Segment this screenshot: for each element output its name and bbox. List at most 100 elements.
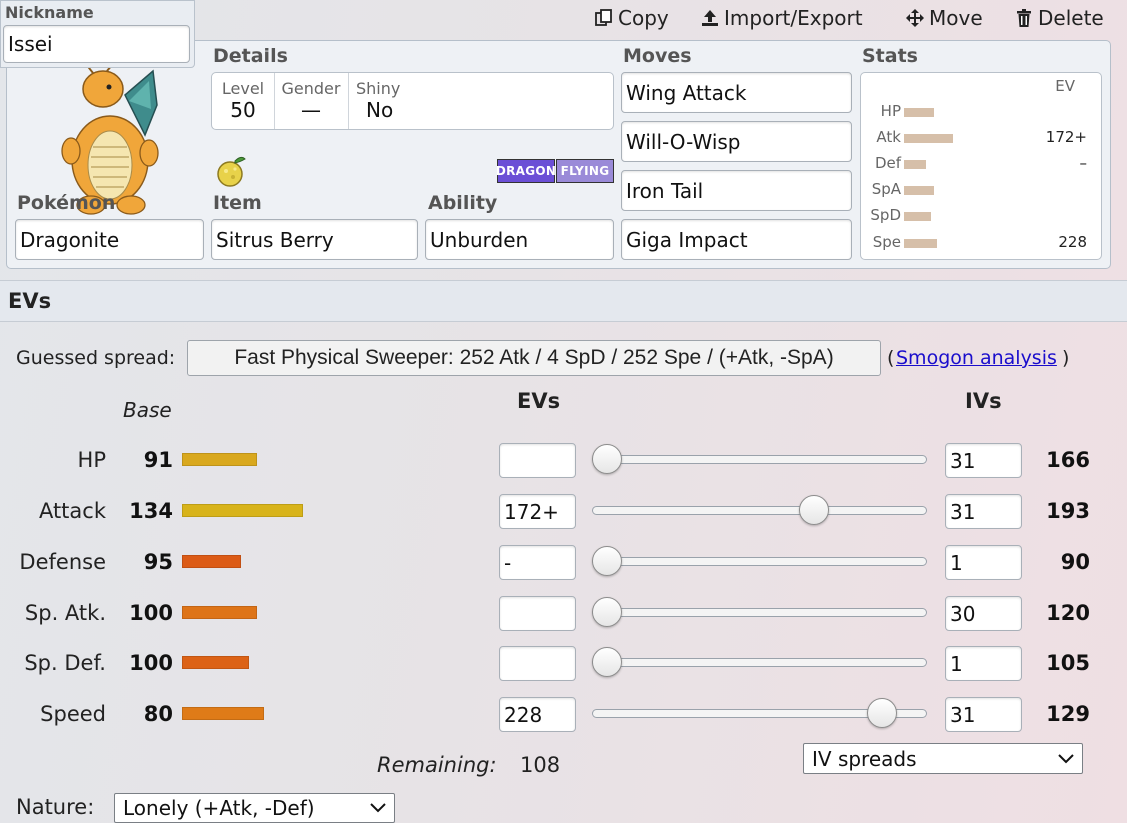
stat-name: Speed [40,702,106,726]
ev-input[interactable]: 172+ [499,494,576,529]
chevron-down-icon [370,803,386,813]
ev-slider-thumb[interactable] [866,698,897,728]
ev-slider-track[interactable] [592,658,927,667]
ev-slider-thumb[interactable] [592,444,622,474]
ev-input[interactable] [499,443,576,478]
ivs-column-header: IVs [965,389,1002,413]
stat-bar [904,160,926,169]
chevron-down-icon [1058,753,1074,763]
pokemon-field[interactable]: Dragonite [15,219,204,260]
move-slot-2[interactable]: Will-O-Wisp [621,121,852,162]
stat-row-spa: SpA [861,180,1101,200]
stat-row-spe: Spe 228 [861,233,1101,253]
base-bar [182,504,303,517]
item-field[interactable]: Sitrus Berry [211,219,418,260]
iv-input[interactable]: 31 [945,443,1022,478]
nickname-label: Nickname [5,3,94,22]
stat-label: Atk [876,128,901,146]
base-value: 80 [143,702,173,726]
ev-slider-track[interactable] [592,608,927,617]
guessed-spread-button[interactable]: Fast Physical Sweeper: 252 Atk / 4 SpD /… [187,340,881,376]
stat-total: 193 [1046,499,1090,523]
gender-value: — [301,98,321,122]
stat-row-def: Def – [861,154,1101,174]
level-column[interactable]: Level 50 [212,73,275,129]
ev-input[interactable] [499,596,576,631]
iv-spreads-select[interactable]: IV spreads [803,743,1083,774]
ev-slider-thumb[interactable] [799,495,830,525]
ev-slider-thumb[interactable] [592,647,622,677]
nickname-box: Nickname Issei [0,0,195,68]
type-badge-dragon: DRAGON [496,159,556,183]
stat-ev: 228 [1058,233,1087,251]
base-value: 100 [129,601,173,625]
iv-input[interactable]: 30 [945,596,1022,631]
delete-button[interactable]: Delete [1014,6,1104,30]
stat-label: SpA [871,180,901,198]
import-export-button[interactable]: Import/Export [700,6,863,30]
import-export-label: Import/Export [724,6,863,30]
stat-bar [904,239,937,248]
stat-total: 90 [1060,550,1090,574]
set-details-panel: Details Level 50 Gender — Shiny No DRAGO… [6,40,1111,269]
smogon-analysis-link[interactable]: Smogon analysis [896,347,1057,369]
ev-slider-thumb[interactable] [592,597,622,627]
level-value: 50 [230,98,256,122]
shiny-column[interactable]: Shiny No [348,73,418,129]
ev-slider-thumb[interactable] [592,546,622,576]
copy-label: Copy [618,6,669,30]
iv-input[interactable]: 1 [945,545,1022,580]
nature-value: Lonely (+Atk, -Def) [123,796,315,820]
iv-input[interactable]: 1 [945,646,1022,681]
evs-section-title: EVs [8,289,52,313]
stat-bar [904,212,931,221]
stat-row-atk: Atk 172+ [861,128,1101,148]
gender-label: Gender [281,79,341,98]
stat-name: Defense [19,550,106,574]
type-badge-flying: FLYING [556,159,614,183]
copy-button[interactable]: Copy [594,6,669,30]
move-label: Move [929,6,983,30]
move-slot-1[interactable]: Wing Attack [621,72,852,113]
stat-label: SpD [870,206,901,224]
move-slot-4[interactable]: Giga Impact [621,219,852,260]
stats-label: Stats [862,45,918,67]
shiny-value: No [366,98,394,122]
move-button[interactable]: Move [905,6,983,30]
base-bar [182,606,257,619]
base-value: 91 [143,448,173,472]
ev-slider-track[interactable] [592,506,927,515]
stat-label: Def [874,154,901,172]
nature-select[interactable]: Lonely (+Atk, -Def) [114,793,395,823]
level-label: Level [221,79,265,98]
copy-icon [595,9,612,26]
ev-input[interactable]: 228 [499,697,576,732]
base-value: 100 [129,651,173,675]
stat-bar [904,134,953,143]
move-slot-3[interactable]: Iron Tail [621,170,852,211]
iv-input[interactable]: 31 [945,494,1022,529]
nature-label: Nature: [16,795,95,819]
base-column-header: Base [123,398,172,422]
moves-label: Moves [623,45,692,67]
ev-slider-track[interactable] [592,455,927,464]
base-bar [182,555,241,568]
stat-label: Spe [872,233,901,251]
base-value: 134 [129,499,173,523]
iv-input[interactable]: 31 [945,697,1022,732]
ev-input[interactable]: - [499,545,576,580]
nickname-input[interactable]: Issei [3,25,190,63]
guessed-spread-value: Fast Physical Sweeper: 252 Atk / 4 SpD /… [234,346,834,369]
ability-field[interactable]: Unburden [425,219,614,260]
ev-slider-track[interactable] [592,557,927,566]
stat-ev: 172+ [1045,128,1087,146]
stat-row-hp: HP [861,102,1101,122]
details-card[interactable]: Level 50 Gender — Shiny No [211,72,614,130]
evs-section-header: EVs [0,280,1127,322]
gender-column[interactable]: Gender — [274,73,349,129]
stat-label: HP [880,102,901,120]
ev-input[interactable] [499,646,576,681]
stat-bar [904,186,934,195]
stat-name: Sp. Atk. [24,601,106,625]
stats-summary-card[interactable]: EV HP Atk 172+ Def – SpA SpD Spe 228 [860,72,1102,260]
